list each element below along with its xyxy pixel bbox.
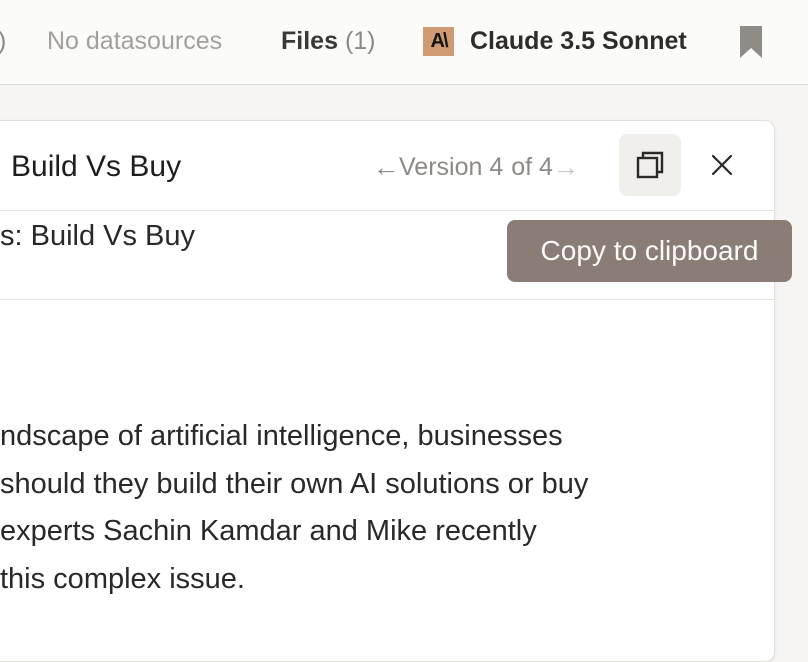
- next-version-arrow-icon[interactable]: →: [553, 152, 579, 183]
- top-bar: ) No datasources Files (1) A\ Claude 3.5…: [0, 0, 808, 85]
- document-line: ndscape of artificial intelligence, busi…: [0, 420, 563, 452]
- document-line: experts Sachin Kamdar and Mike recently: [0, 515, 537, 547]
- model-selector[interactable]: Claude 3.5 Sonnet: [470, 26, 687, 56]
- document-line: should they build their own AI solutions…: [0, 468, 589, 500]
- version-label: Version 4: [399, 152, 504, 181]
- files-label: Files: [281, 27, 338, 55]
- document-line: this complex issue.: [0, 563, 245, 595]
- close-icon[interactable]: [709, 152, 735, 178]
- version-of: of 4: [511, 152, 553, 181]
- copy-icon: [636, 151, 664, 179]
- toolbar-divider: [0, 299, 774, 300]
- copy-button[interactable]: [619, 134, 681, 196]
- files-button[interactable]: Files (1): [281, 26, 376, 56]
- copy-tooltip: Copy to clipboard: [507, 220, 792, 282]
- anthropic-logo-icon: A\: [423, 27, 454, 56]
- version-navigator: ← Version 4 of 4 →: [373, 151, 579, 183]
- datasources-button[interactable]: No datasources: [47, 26, 222, 56]
- files-count: (1): [344, 27, 376, 55]
- header-divider: [0, 210, 774, 211]
- artifact-title: Build Vs Buy: [11, 150, 182, 183]
- truncated-paren: ): [0, 26, 6, 56]
- document-heading: s: Build Vs Buy: [0, 220, 196, 252]
- previous-version-arrow-icon[interactable]: ←: [373, 152, 399, 183]
- bookmark-icon[interactable]: [738, 24, 764, 60]
